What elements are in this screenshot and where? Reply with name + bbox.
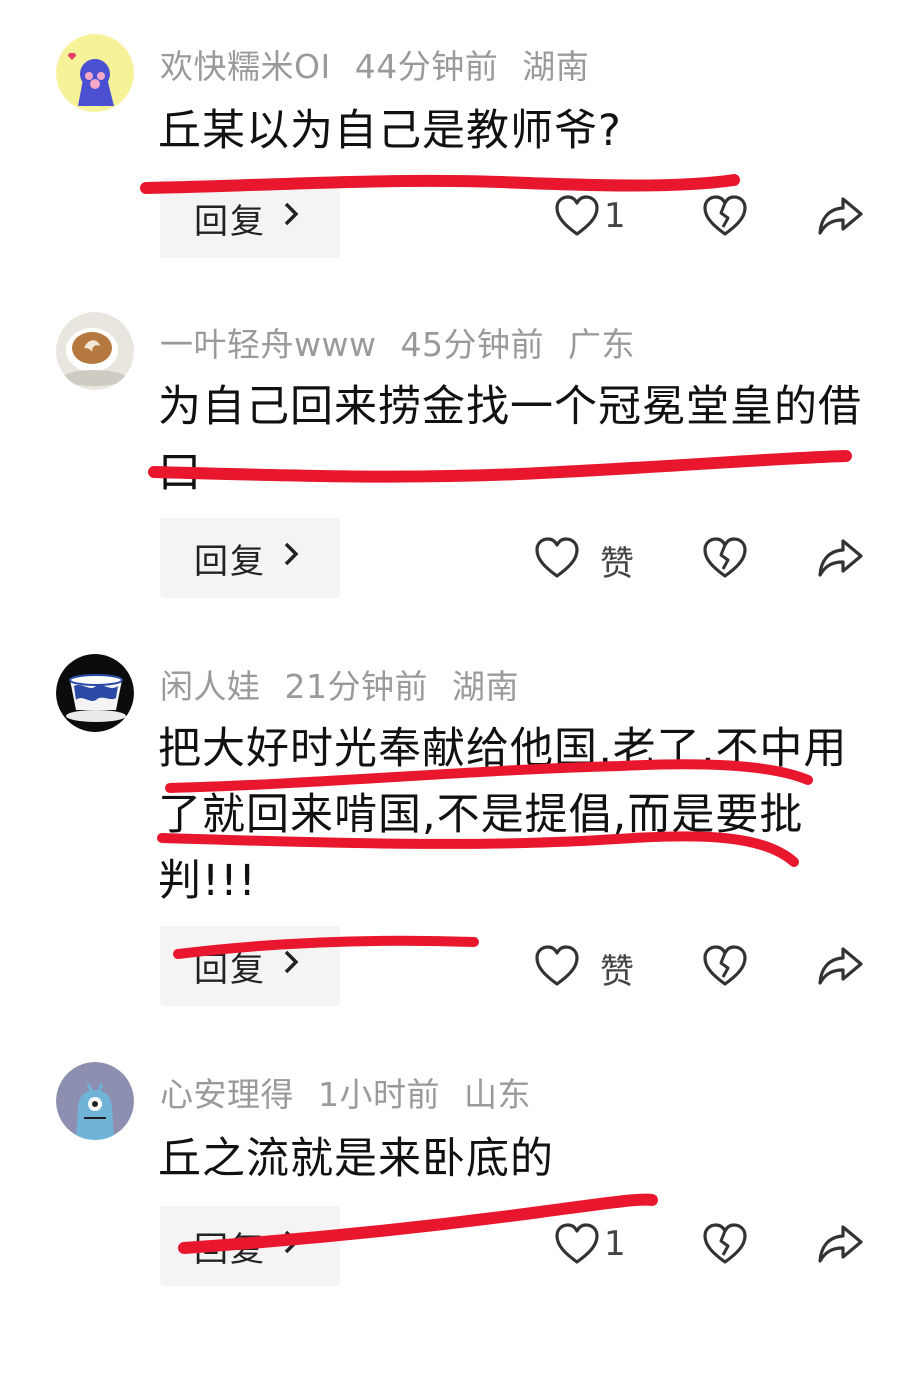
share-icon[interactable] [816, 1222, 864, 1266]
comment-meta: 心安理得 1小时前 山东 [160, 1068, 555, 1116]
location: 山东 [464, 1075, 531, 1114]
username[interactable]: 心安理得 [160, 1075, 294, 1114]
reply-label: 回复 [194, 1230, 266, 1270]
timestamp: 1小时前 [318, 1075, 440, 1114]
reply-button[interactable]: 回复 [160, 1206, 340, 1286]
like-count: 1 [604, 1224, 626, 1264]
chevron-right-icon [284, 1230, 299, 1254]
monster-icon [56, 1062, 134, 1140]
comment-item: 心安理得 1小时前 山东 丘之流就是来卧底的 回复 1 [0, 0, 922, 1300]
comment-text: 丘之流就是来卧底的 [158, 1134, 554, 1184]
broken-heart-icon[interactable] [702, 1222, 748, 1266]
avatar[interactable] [56, 1062, 134, 1140]
heart-icon[interactable] [554, 1222, 600, 1266]
